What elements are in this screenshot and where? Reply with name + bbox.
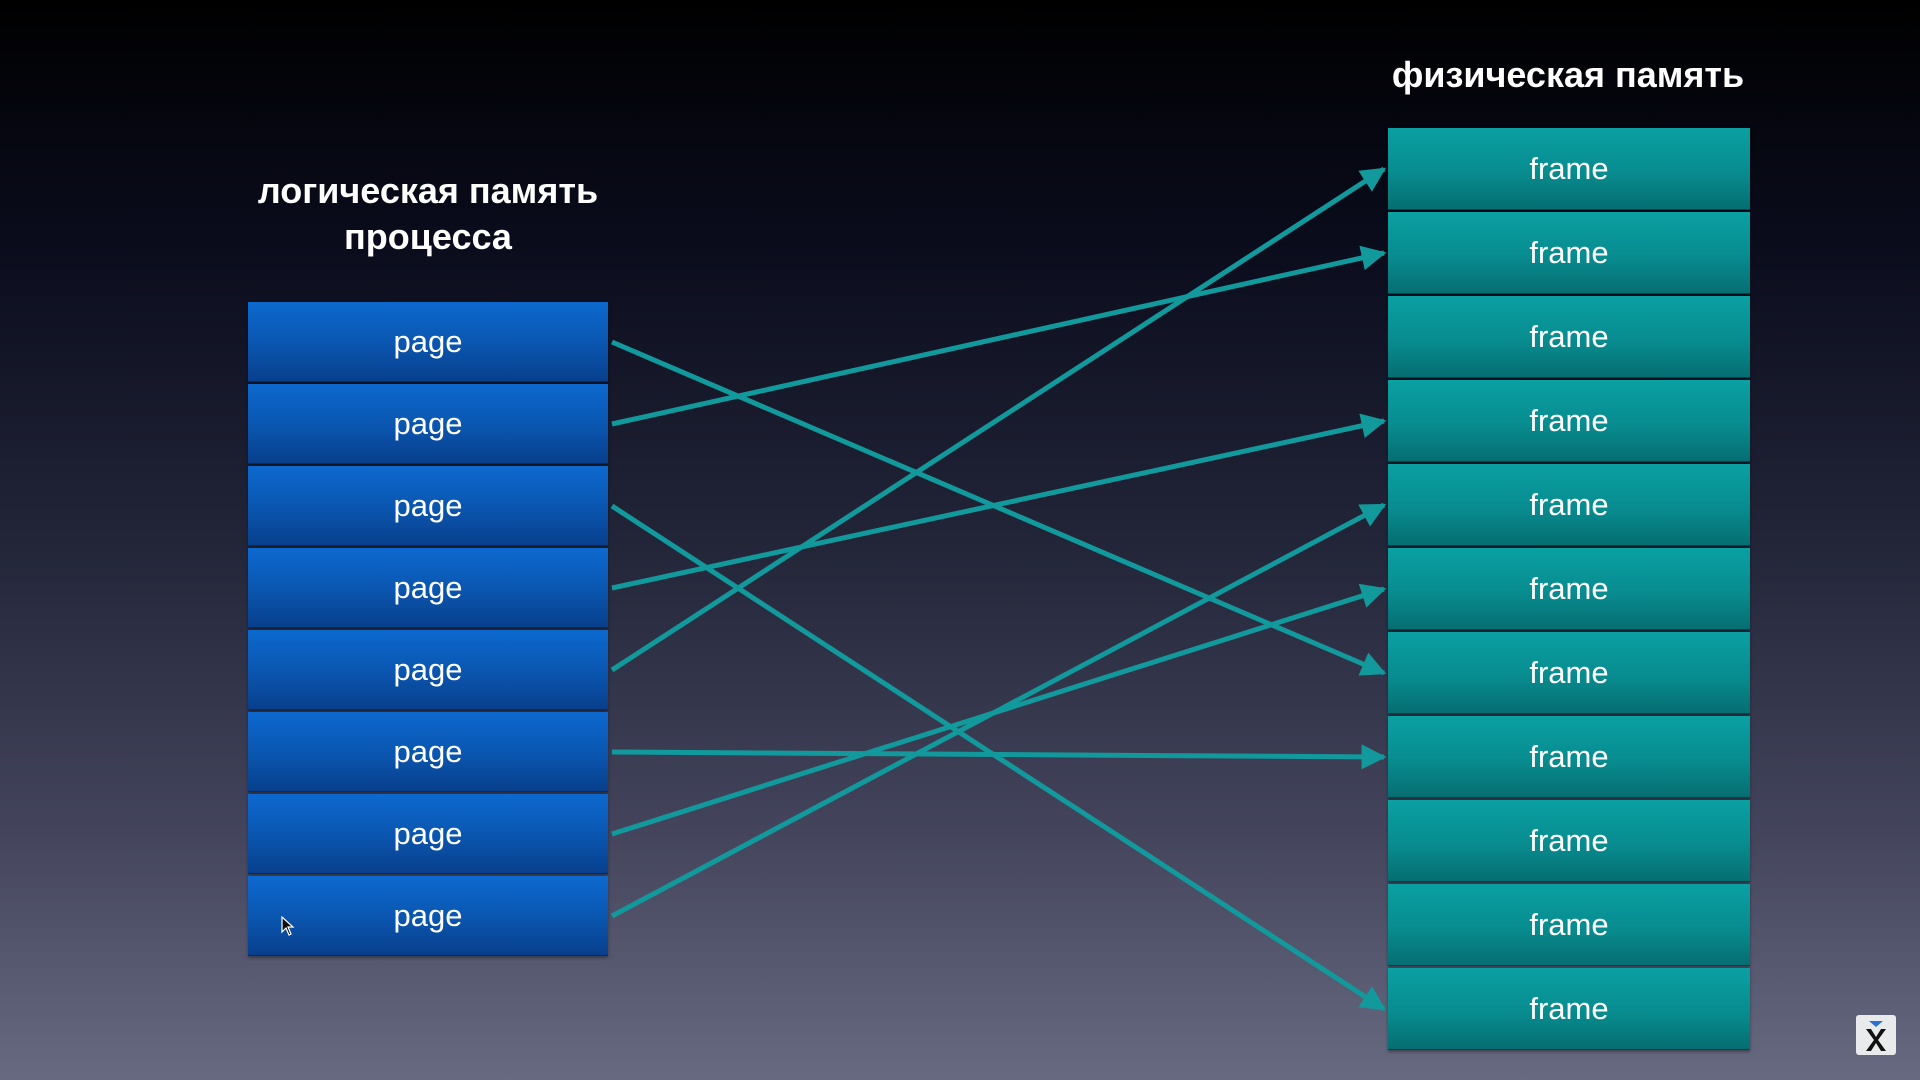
x-logo-icon [1856, 1015, 1896, 1055]
frame-block-4: frame [1388, 380, 1750, 462]
mapping-arrow-page-3-to-frame-11 [610, 503, 1387, 1012]
mapping-arrow-page-5-to-frame-1 [610, 166, 1387, 673]
page-block-5: page [248, 630, 608, 710]
physical-memory-column: frame frame frame frame frame frame fram… [1388, 128, 1750, 1052]
mapping-arrow-page-8-to-frame-5 [610, 502, 1387, 919]
page-block-8: page [248, 876, 608, 956]
page-block-7: page [248, 794, 608, 874]
mapping-arrow-page-4-to-frame-4 [611, 413, 1387, 591]
frame-block-7: frame [1388, 632, 1750, 714]
logical-memory-column: page page page page page page page page [248, 302, 608, 958]
mouse-pointer-icon [281, 916, 295, 936]
physical-memory-title: физическая память [1391, 54, 1745, 95]
frame-block-6: frame [1388, 548, 1750, 630]
frame-block-9: frame [1388, 800, 1750, 882]
frame-block-1: frame [1388, 128, 1750, 210]
page-block-4: page [248, 548, 608, 628]
frame-block-11: frame [1388, 968, 1750, 1050]
frame-block-5: frame [1388, 464, 1750, 546]
page-block-2: page [248, 384, 608, 464]
page-block-6: page [248, 712, 608, 792]
mapping-arrow-page-1-to-frame-7 [611, 339, 1387, 676]
mapping-arrow-page-6-to-frame-8 [611, 744, 1387, 770]
frame-block-8: frame [1388, 716, 1750, 798]
page-block-1: page [248, 302, 608, 382]
mapping-arrow-page-2-to-frame-2 [611, 245, 1387, 427]
page-block-3: page [248, 466, 608, 546]
mapping-arrow-page-7-to-frame-6 [611, 583, 1387, 837]
frame-block-2: frame [1388, 212, 1750, 294]
frame-block-3: frame [1388, 296, 1750, 378]
frame-block-10: frame [1388, 884, 1750, 966]
logical-memory-title: логическая память процесса [257, 170, 599, 257]
